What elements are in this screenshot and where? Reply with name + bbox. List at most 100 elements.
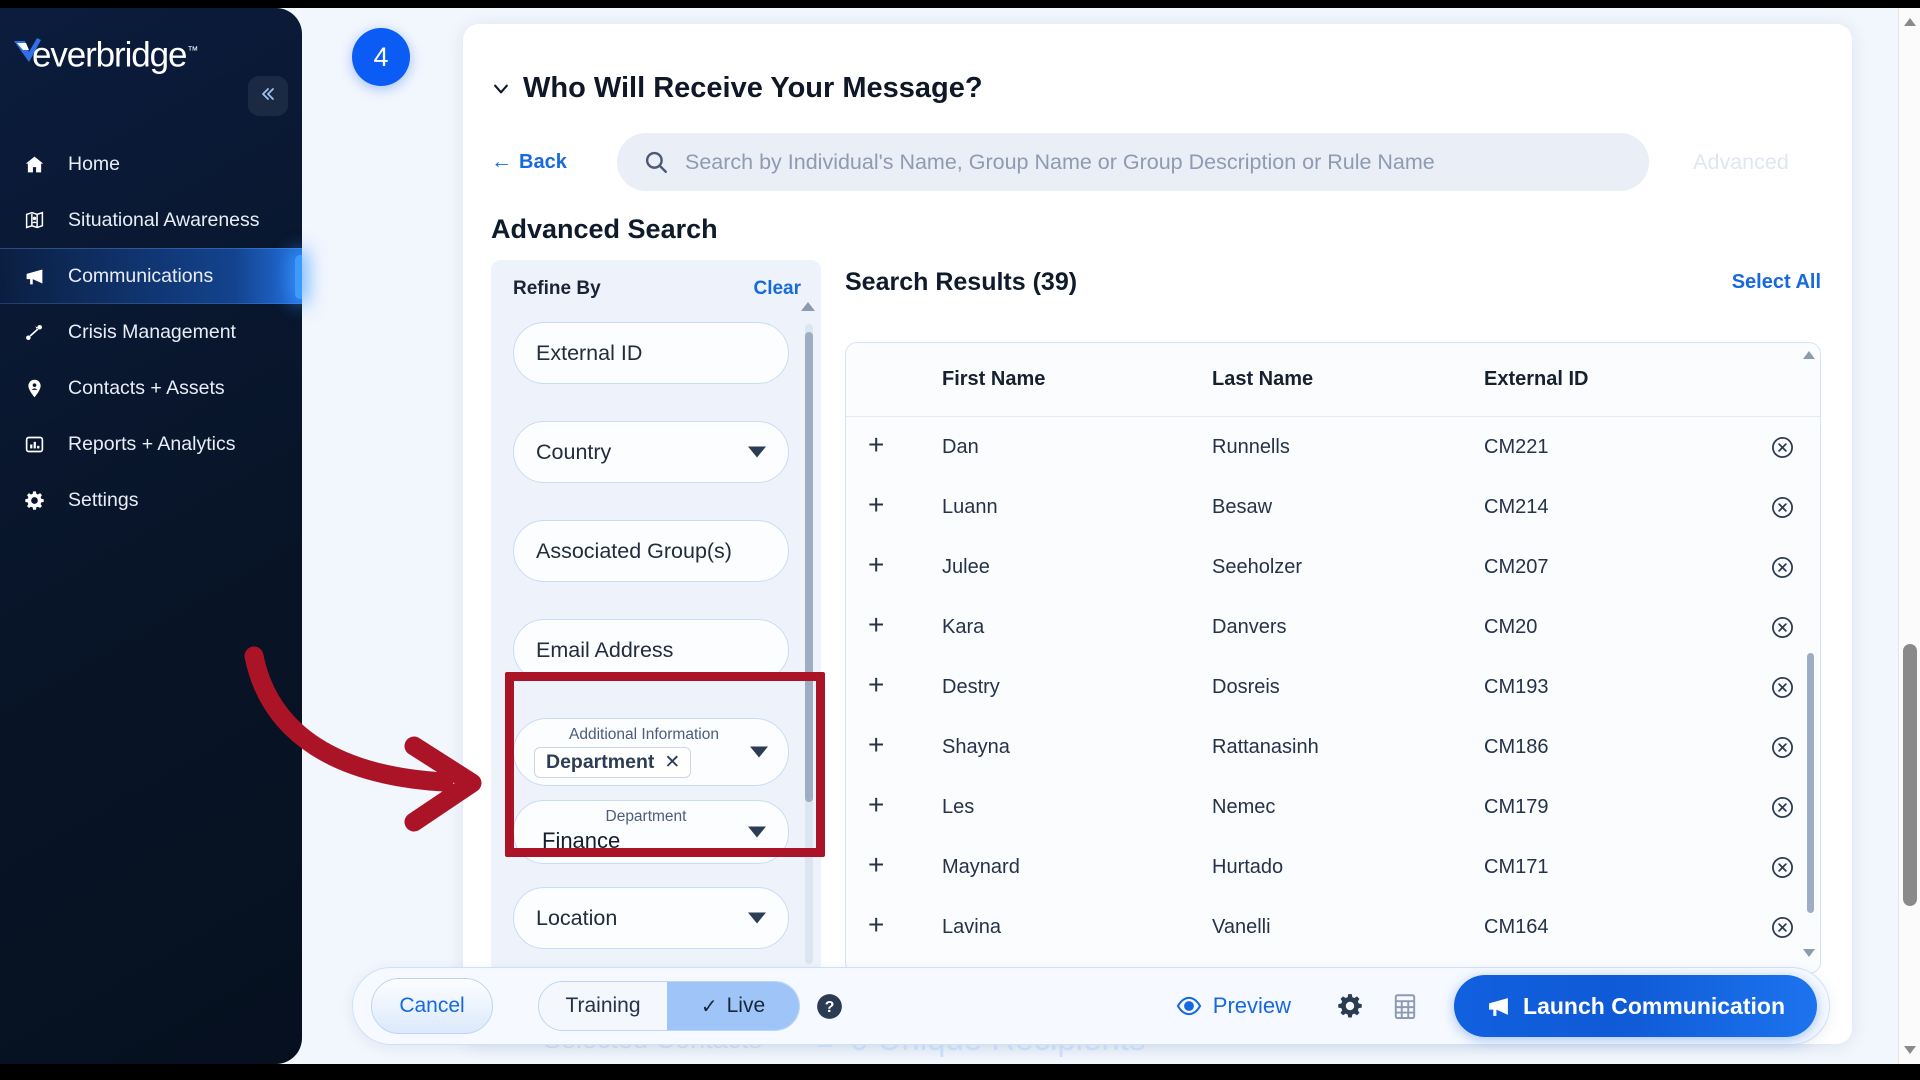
filter-location[interactable]: Location [513,887,789,949]
filter-email-address[interactable]: Email Address [513,619,789,681]
plus-icon[interactable]: + [868,611,942,639]
filter-associated-groups[interactable]: Associated Group(s) [513,520,789,582]
results-header: Search Results (39) Select All [845,268,1821,297]
select-all-button[interactable]: Select All [1732,271,1821,294]
results-scroll-down-arrow[interactable] [1803,949,1815,957]
external-id-cell: CM207 [1484,555,1549,578]
question-circle-icon[interactable]: ? [816,993,843,1020]
close-x-icon[interactable]: ✕ [664,751,680,774]
filter-external-id[interactable]: External ID [513,322,789,384]
first-name-cell: Maynard [942,855,1020,878]
gear-icon[interactable] [1336,992,1364,1020]
preview-button[interactable]: Preview [1176,993,1291,1019]
brand-wordmark: everbridge™ [32,35,198,75]
refine-by-panel: Refine By Clear External ID Country Asso… [491,260,821,977]
sidebar-item-reports-analytics[interactable]: Reports + Analytics [0,416,302,472]
chevron-down-icon[interactable] [748,446,766,458]
table-row[interactable]: + Destry Dosreis CM193 [846,657,1820,717]
external-id-cell: CM20 [1484,615,1538,638]
results-scrollbar-thumb[interactable] [1807,653,1814,913]
refine-scrollbar-track[interactable] [805,324,813,964]
plus-icon[interactable]: + [868,671,942,699]
table-row[interactable]: + Shayna Rattanasinh CM186 [846,717,1820,777]
filter-label: Email Address [536,637,674,662]
filter-label: Location [536,905,618,930]
table-body: + Dan Runnells CM221 + Luann Besaw CM214 + Julee S… [846,417,1820,957]
column-header-first-name: First Name [942,368,1046,390]
chevron-down-icon[interactable] [491,79,511,99]
table-row[interactable]: + Dan Runnells CM221 [846,417,1820,477]
mode-live-option[interactable]: ✓ Live [667,982,799,1030]
plus-icon[interactable]: + [868,851,942,879]
cancel-button[interactable]: Cancel [371,978,493,1034]
last-name-cell: Danvers [1212,615,1287,638]
megaphone-icon [24,266,54,287]
brand-logo[interactable]: everbridge™ [10,30,198,77]
sidebar-item-home[interactable]: Home [0,136,302,192]
sidebar-item-label: Contacts + Assets [68,376,225,399]
plus-icon[interactable]: + [868,491,942,519]
table-row[interactable]: + Les Nemec CM179 [846,777,1820,837]
clear-filters-button[interactable]: Clear [753,278,801,300]
filter-additional-information[interactable]: Additional Information Department ✕ [513,718,789,786]
filter-country[interactable]: Country [513,421,789,483]
sidebar-item-communications[interactable]: Communications [0,248,302,304]
chevron-down-icon[interactable] [750,746,768,758]
chevron-down-icon[interactable] [748,912,766,924]
table-row[interactable]: + Luann Besaw CM214 [846,477,1820,537]
selected-chip-department[interactable]: Department ✕ [534,747,692,778]
table-row[interactable]: + Lavina Vanelli CM164 [846,897,1820,957]
calendar-icon[interactable] [1392,992,1418,1020]
scroll-down-arrow[interactable] [1904,1046,1916,1054]
table-row[interactable]: + Kara Danvers CM20 [846,597,1820,657]
megaphone-icon [1486,994,1511,1019]
plus-icon[interactable]: + [868,791,942,819]
check-icon: ✓ [700,995,718,1018]
sidebar-collapse-button[interactable] [248,76,288,116]
external-id-cell: CM214 [1484,495,1549,518]
search-input[interactable] [685,133,1623,191]
external-id-cell: CM179 [1484,795,1549,818]
filter-department[interactable]: Department Finance [513,800,789,864]
mode-training-option[interactable]: Training [539,982,667,1030]
search-icon [643,149,669,175]
first-name-cell: Destry [942,675,1000,698]
chevron-down-icon[interactable] [748,826,766,838]
sidebar-item-contacts-assets[interactable]: Contacts + Assets [0,360,302,416]
plus-icon[interactable]: + [868,551,942,579]
browser-scrollbar-thumb[interactable] [1903,644,1917,906]
external-id-cell: CM221 [1484,435,1549,458]
search-box[interactable] [617,133,1649,191]
scroll-up-arrow[interactable] [1904,18,1916,26]
results-table: First Name Last Name External ID + Dan Run… [846,343,1820,957]
table-row[interactable]: + Julee Seeholzer CM207 [846,537,1820,597]
first-name-cell: Dan [942,435,979,458]
results-scrollbar-track[interactable] [1807,353,1814,965]
sidebar-item-crisis-management[interactable]: Crisis Management [0,304,302,360]
launch-communication-label: Launch Communication [1523,992,1785,1019]
last-name-cell: Hurtado [1212,855,1284,878]
plus-icon[interactable]: + [868,911,942,939]
last-name-cell: Rattanasinh [1212,735,1319,758]
refine-scroll-up-arrow[interactable] [801,302,815,311]
plus-icon[interactable]: + [868,731,942,759]
sidebar-item-label: Home [68,152,121,175]
sidebar-nav: Home Situational Awareness Communication… [0,136,302,528]
table-row[interactable]: + Maynard Hurtado CM171 [846,837,1820,897]
back-button[interactable]: ← Back [491,150,609,174]
action-bar: Cancel Training ✓ Live ? Preview Launch … [352,967,1830,1045]
department-field-value: Finance [542,828,621,853]
sidebar-item-label: Situational Awareness [68,208,260,231]
additional-information-label: Additional Information [569,726,719,743]
browser-scrollbar[interactable] [1898,8,1920,1064]
launch-communication-button[interactable]: Launch Communication [1454,975,1817,1037]
plus-icon[interactable]: + [868,431,942,459]
refine-scroll-area: External ID Country Associated Group(s) … [491,318,821,970]
sidebar-item-situational-awareness[interactable]: Situational Awareness [0,192,302,248]
refine-scrollbar-thumb[interactable] [805,332,813,802]
page-title[interactable]: Who Will Receive Your Message? [491,72,983,105]
sidebar-item-settings[interactable]: Settings [0,472,302,528]
advanced-link[interactable]: Advanced [1661,150,1821,175]
gear-icon [24,490,54,511]
sidebar-item-label: Crisis Management [68,320,236,343]
